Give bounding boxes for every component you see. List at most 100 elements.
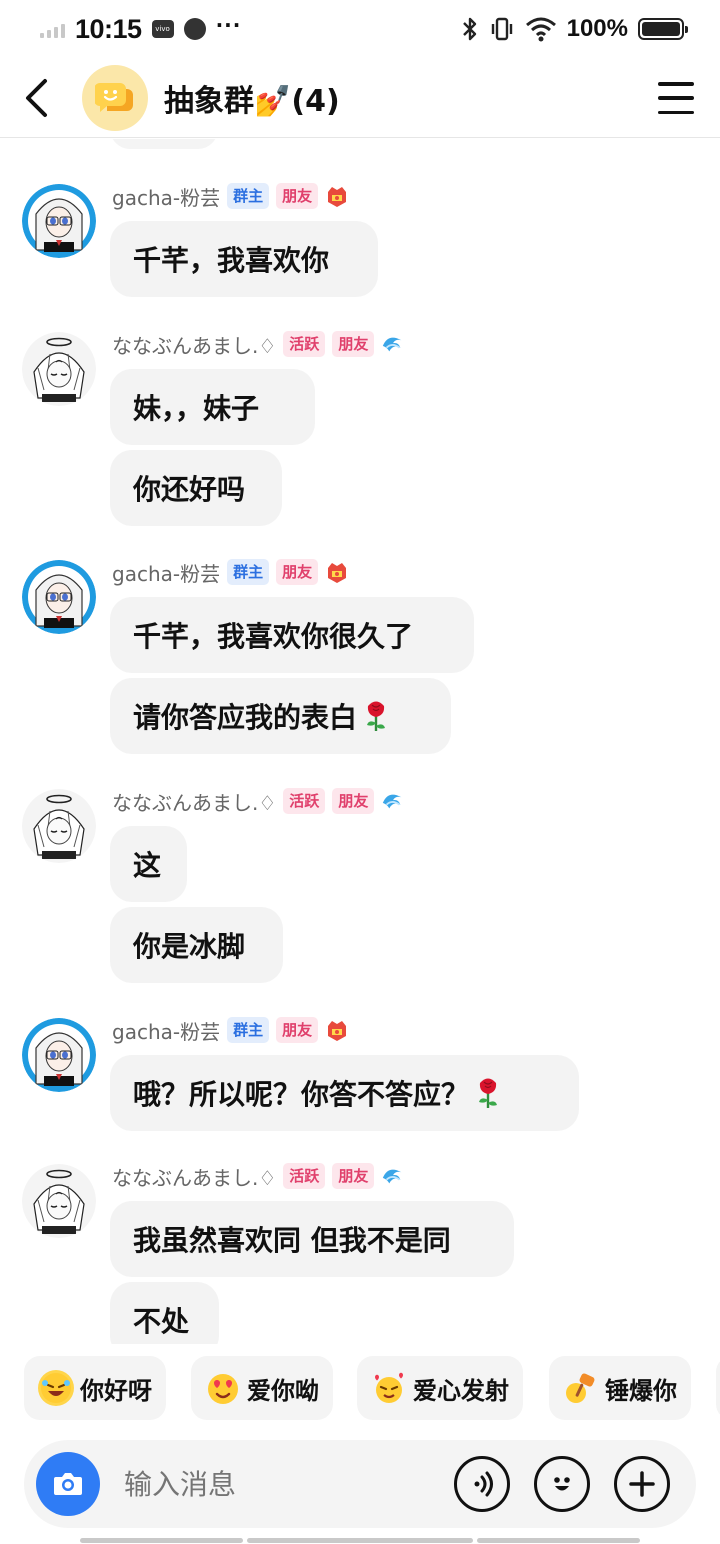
wifi-icon [525,17,556,42]
sender-row: gacha-粉芸 群主 朋友 [112,181,349,211]
message-bubble[interactable]: 我虽然喜欢同 但我不是同 [110,1201,514,1277]
message-text: 千芊，我喜欢你很久了 [133,620,414,653]
back-button[interactable] [16,76,56,120]
sender-row: ななぶんあまし.♢ 活跃 朋友 [112,329,405,359]
sender-avatar[interactable] [22,1018,96,1092]
dragon-medal-icon [325,184,349,208]
role-badge: 朋友 [332,788,375,814]
chat-messages[interactable]: gacha-粉芸 群主 朋友 千芊，我喜欢你 ななぶんあまし.♢ 活跃 朋友 妹，，妹子 你还好… [0,139,720,1344]
role-badge: 朋友 [332,331,375,357]
home-indicator [80,1538,243,1543]
role-badge: 活跃 [283,331,326,357]
camera-button[interactable] [36,1452,100,1516]
sender-name[interactable]: gacha-粉芸 [112,182,220,211]
quick-reply-chip[interactable]: 锤爆你 [549,1356,691,1420]
camera-icon [54,1473,82,1495]
message-input[interactable] [124,1460,424,1508]
sender-name[interactable]: ななぶんあまし.♢ [112,330,276,359]
role-badge: 朋友 [276,183,319,209]
quick-reply-label: 锤爆你 [605,1376,677,1405]
menu-button[interactable] [658,82,694,114]
more-actions-button[interactable] [614,1456,670,1512]
message-bubble[interactable]: 哦？所以呢？你答不答应？ [110,1055,579,1131]
quick-reply-chip[interactable]: 爱你呦 [191,1356,333,1420]
hammer-emoji-icon [563,1370,599,1406]
group-avatar[interactable] [82,65,148,131]
sender-avatar[interactable] [22,1164,96,1238]
rose-emoji-icon [367,701,386,731]
love-shooting-emoji-icon [371,1370,407,1406]
message-text: 你是冰脚 [133,930,246,963]
sender-name[interactable]: ななぶんあまし.♢ [112,787,276,816]
role-badge: 活跃 [283,788,326,814]
message-bubble[interactable]: 妹，，妹子 [110,369,315,445]
chat-bubble-icon [95,83,133,112]
voice-wave-icon [474,1471,493,1497]
sender-name[interactable]: gacha-粉芸 [112,1016,220,1045]
wave-medal-icon [381,332,405,356]
home-indicator [477,1538,640,1543]
home-indicator [247,1538,473,1543]
quick-reply-label: 你好呀 [80,1376,152,1405]
vibrate-icon [491,17,512,41]
message-text: 你还好吗 [133,473,246,506]
status-time: 10:15 [75,13,142,44]
role-badge: 朋友 [332,1163,375,1189]
message-text: 请你答应我的表白 [133,701,358,734]
message-bubble[interactable]: 请你答应我的表白 [110,678,451,754]
more-notifications-icon: ··· [215,13,242,37]
message-text: 千芊，我喜欢你 [133,244,330,277]
signal-icon [40,20,65,38]
message-text: 哦？所以呢？你答不答应？ [133,1078,470,1111]
message-text: 我虽然喜欢同 但我不是同 [133,1224,451,1257]
role-badge: 朋友 [276,1017,319,1043]
sender-name[interactable]: gacha-粉芸 [112,558,220,587]
quick-reply-chip[interactable]: 你好呀 [24,1356,166,1420]
sender-avatar[interactable] [22,789,96,863]
sender-name[interactable]: ななぶんあまし.♢ [112,1162,276,1191]
laughing-emoji-icon [38,1370,74,1406]
wave-medal-icon [381,789,405,813]
battery-icon [638,18,688,40]
role-badge: 群主 [227,1017,270,1043]
message-bubble[interactable]: 千芊，我喜欢你 [110,221,378,297]
bluetooth-icon [462,17,476,41]
notification-icon [183,18,206,40]
heart-eyes-emoji-icon [205,1370,241,1406]
message-text: 这 [133,849,162,882]
quick-reply-chip-overflow[interactable] [716,1356,720,1420]
sender-row: ななぶんあまし.♢ 活跃 朋友 [112,1161,405,1191]
dragon-medal-icon [325,560,349,584]
plus-icon [629,1471,655,1497]
chat-header: 抽象群💅(4) [0,58,720,138]
message-bubble[interactable]: 你是冰脚 [110,907,283,983]
quick-reply-label: 爱心发射 [413,1376,509,1405]
sender-row: ななぶんあまし.♢ 活跃 朋友 [112,786,405,816]
role-badge: 朋友 [276,559,319,585]
message-bubble-partial [110,139,218,149]
status-bar: 10:15 vivo ··· 100% [0,0,720,58]
quick-reply-bar: 你好呀 爱你呦 爱心发射 锤爆你 [0,1356,720,1420]
quick-reply-chip[interactable]: 爱心发射 [357,1356,523,1420]
voice-button[interactable] [454,1456,510,1512]
role-badge: 活跃 [283,1163,326,1189]
message-bubble[interactable]: 不处 [110,1282,219,1344]
chevron-left-icon [26,79,47,117]
message-bubble[interactable]: 这 [110,826,187,902]
group-title: 抽象群💅(4) [164,84,340,119]
sender-avatar[interactable] [22,332,96,406]
message-text: 不处 [133,1305,190,1338]
emoji-button[interactable] [534,1456,590,1512]
role-badge: 群主 [227,183,270,209]
message-bubble[interactable]: 你还好吗 [110,450,282,526]
smiley-icon [554,1477,570,1491]
dragon-medal-icon [325,1018,349,1042]
battery-percent: 100% [566,15,628,42]
sender-row: gacha-粉芸 群主 朋友 [112,557,349,587]
role-badge: 群主 [227,559,270,585]
rose-emoji-icon [479,1078,498,1108]
sender-row: gacha-粉芸 群主 朋友 [112,1015,349,1045]
sender-avatar[interactable] [22,184,96,258]
message-bubble[interactable]: 千芊，我喜欢你很久了 [110,597,474,673]
sender-avatar[interactable] [22,560,96,634]
